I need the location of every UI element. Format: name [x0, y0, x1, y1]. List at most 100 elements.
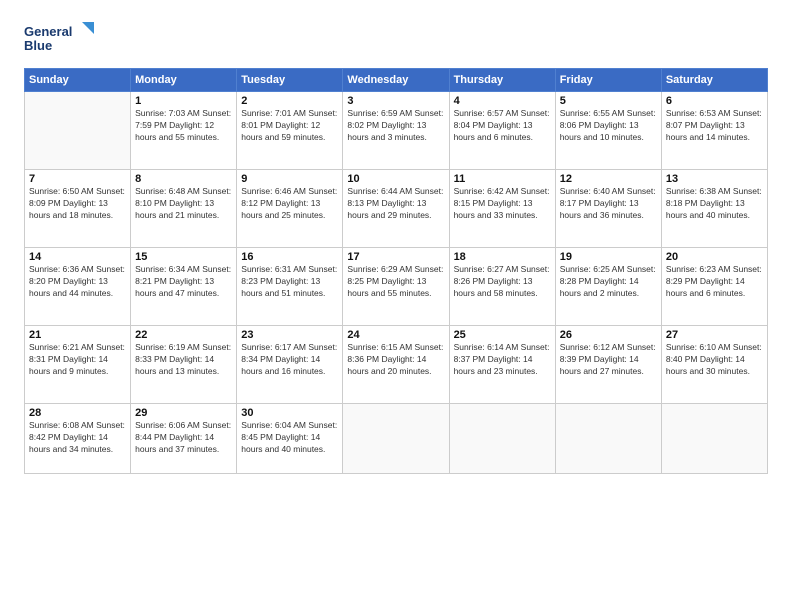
day-info: Sunrise: 6:10 AM Sunset: 8:40 PM Dayligh… — [666, 342, 763, 378]
day-number: 25 — [454, 329, 551, 341]
calendar-day-cell: 29Sunrise: 6:06 AM Sunset: 8:44 PM Dayli… — [131, 404, 237, 474]
day-number: 12 — [560, 173, 657, 185]
day-number: 3 — [347, 95, 444, 107]
page: General Blue SundayMondayTuesdayWednesda… — [0, 0, 792, 612]
calendar-day-cell: 22Sunrise: 6:19 AM Sunset: 8:33 PM Dayli… — [131, 326, 237, 404]
day-number: 5 — [560, 95, 657, 107]
day-info: Sunrise: 6:23 AM Sunset: 8:29 PM Dayligh… — [666, 264, 763, 300]
svg-text:Blue: Blue — [24, 38, 52, 53]
calendar-day-cell: 18Sunrise: 6:27 AM Sunset: 8:26 PM Dayli… — [449, 248, 555, 326]
calendar-day-cell: 8Sunrise: 6:48 AM Sunset: 8:10 PM Daylig… — [131, 170, 237, 248]
calendar-day-cell: 27Sunrise: 6:10 AM Sunset: 8:40 PM Dayli… — [661, 326, 767, 404]
day-number: 6 — [666, 95, 763, 107]
svg-text:General: General — [24, 24, 72, 39]
day-info: Sunrise: 6:44 AM Sunset: 8:13 PM Dayligh… — [347, 186, 444, 222]
weekday-header-cell: Monday — [131, 69, 237, 92]
day-info: Sunrise: 6:57 AM Sunset: 8:04 PM Dayligh… — [454, 108, 551, 144]
day-number: 28 — [29, 407, 126, 419]
day-number: 24 — [347, 329, 444, 341]
day-info: Sunrise: 6:15 AM Sunset: 8:36 PM Dayligh… — [347, 342, 444, 378]
calendar-day-cell: 25Sunrise: 6:14 AM Sunset: 8:37 PM Dayli… — [449, 326, 555, 404]
day-info: Sunrise: 6:25 AM Sunset: 8:28 PM Dayligh… — [560, 264, 657, 300]
day-info: Sunrise: 6:29 AM Sunset: 8:25 PM Dayligh… — [347, 264, 444, 300]
day-info: Sunrise: 6:53 AM Sunset: 8:07 PM Dayligh… — [666, 108, 763, 144]
day-number: 7 — [29, 173, 126, 185]
weekday-header-cell: Saturday — [661, 69, 767, 92]
calendar-day-cell: 1Sunrise: 7:03 AM Sunset: 7:59 PM Daylig… — [131, 92, 237, 170]
calendar-day-cell: 3Sunrise: 6:59 AM Sunset: 8:02 PM Daylig… — [343, 92, 449, 170]
day-info: Sunrise: 6:36 AM Sunset: 8:20 PM Dayligh… — [29, 264, 126, 300]
day-info: Sunrise: 6:19 AM Sunset: 8:33 PM Dayligh… — [135, 342, 232, 378]
day-number: 15 — [135, 251, 232, 263]
calendar-day-cell: 7Sunrise: 6:50 AM Sunset: 8:09 PM Daylig… — [25, 170, 131, 248]
calendar-day-cell: 6Sunrise: 6:53 AM Sunset: 8:07 PM Daylig… — [661, 92, 767, 170]
calendar-body: 1Sunrise: 7:03 AM Sunset: 7:59 PM Daylig… — [25, 92, 768, 474]
calendar-day-cell: 15Sunrise: 6:34 AM Sunset: 8:21 PM Dayli… — [131, 248, 237, 326]
day-number: 30 — [241, 407, 338, 419]
calendar-day-cell: 4Sunrise: 6:57 AM Sunset: 8:04 PM Daylig… — [449, 92, 555, 170]
weekday-header-cell: Friday — [555, 69, 661, 92]
day-info: Sunrise: 6:34 AM Sunset: 8:21 PM Dayligh… — [135, 264, 232, 300]
weekday-header-row: SundayMondayTuesdayWednesdayThursdayFrid… — [25, 69, 768, 92]
day-number: 4 — [454, 95, 551, 107]
calendar-day-cell: 12Sunrise: 6:40 AM Sunset: 8:17 PM Dayli… — [555, 170, 661, 248]
header: General Blue — [24, 20, 768, 56]
day-info: Sunrise: 6:27 AM Sunset: 8:26 PM Dayligh… — [454, 264, 551, 300]
day-number: 18 — [454, 251, 551, 263]
calendar-week-row: 7Sunrise: 6:50 AM Sunset: 8:09 PM Daylig… — [25, 170, 768, 248]
day-number: 21 — [29, 329, 126, 341]
weekday-header-cell: Thursday — [449, 69, 555, 92]
day-info: Sunrise: 6:04 AM Sunset: 8:45 PM Dayligh… — [241, 420, 338, 456]
day-info: Sunrise: 6:08 AM Sunset: 8:42 PM Dayligh… — [29, 420, 126, 456]
day-number: 22 — [135, 329, 232, 341]
calendar-day-cell: 28Sunrise: 6:08 AM Sunset: 8:42 PM Dayli… — [25, 404, 131, 474]
calendar-day-cell — [555, 404, 661, 474]
day-number: 1 — [135, 95, 232, 107]
day-info: Sunrise: 6:31 AM Sunset: 8:23 PM Dayligh… — [241, 264, 338, 300]
day-info: Sunrise: 6:55 AM Sunset: 8:06 PM Dayligh… — [560, 108, 657, 144]
day-info: Sunrise: 6:48 AM Sunset: 8:10 PM Dayligh… — [135, 186, 232, 222]
weekday-header-cell: Wednesday — [343, 69, 449, 92]
weekday-header-cell: Sunday — [25, 69, 131, 92]
day-info: Sunrise: 7:01 AM Sunset: 8:01 PM Dayligh… — [241, 108, 338, 144]
calendar-day-cell — [25, 92, 131, 170]
day-info: Sunrise: 6:17 AM Sunset: 8:34 PM Dayligh… — [241, 342, 338, 378]
day-number: 10 — [347, 173, 444, 185]
day-info: Sunrise: 6:50 AM Sunset: 8:09 PM Dayligh… — [29, 186, 126, 222]
day-info: Sunrise: 6:42 AM Sunset: 8:15 PM Dayligh… — [454, 186, 551, 222]
day-info: Sunrise: 7:03 AM Sunset: 7:59 PM Dayligh… — [135, 108, 232, 144]
day-info: Sunrise: 6:40 AM Sunset: 8:17 PM Dayligh… — [560, 186, 657, 222]
day-number: 27 — [666, 329, 763, 341]
calendar-day-cell: 26Sunrise: 6:12 AM Sunset: 8:39 PM Dayli… — [555, 326, 661, 404]
weekday-header-cell: Tuesday — [237, 69, 343, 92]
calendar-day-cell: 5Sunrise: 6:55 AM Sunset: 8:06 PM Daylig… — [555, 92, 661, 170]
day-info: Sunrise: 6:59 AM Sunset: 8:02 PM Dayligh… — [347, 108, 444, 144]
day-number: 26 — [560, 329, 657, 341]
day-number: 9 — [241, 173, 338, 185]
calendar-week-row: 28Sunrise: 6:08 AM Sunset: 8:42 PM Dayli… — [25, 404, 768, 474]
calendar-day-cell: 13Sunrise: 6:38 AM Sunset: 8:18 PM Dayli… — [661, 170, 767, 248]
day-info: Sunrise: 6:14 AM Sunset: 8:37 PM Dayligh… — [454, 342, 551, 378]
calendar-day-cell: 20Sunrise: 6:23 AM Sunset: 8:29 PM Dayli… — [661, 248, 767, 326]
calendar-day-cell: 23Sunrise: 6:17 AM Sunset: 8:34 PM Dayli… — [237, 326, 343, 404]
calendar-day-cell: 2Sunrise: 7:01 AM Sunset: 8:01 PM Daylig… — [237, 92, 343, 170]
day-number: 17 — [347, 251, 444, 263]
day-number: 23 — [241, 329, 338, 341]
day-number: 16 — [241, 251, 338, 263]
day-info: Sunrise: 6:21 AM Sunset: 8:31 PM Dayligh… — [29, 342, 126, 378]
calendar-day-cell: 21Sunrise: 6:21 AM Sunset: 8:31 PM Dayli… — [25, 326, 131, 404]
calendar-day-cell — [343, 404, 449, 474]
calendar-day-cell: 14Sunrise: 6:36 AM Sunset: 8:20 PM Dayli… — [25, 248, 131, 326]
calendar-day-cell: 24Sunrise: 6:15 AM Sunset: 8:36 PM Dayli… — [343, 326, 449, 404]
day-number: 11 — [454, 173, 551, 185]
day-info: Sunrise: 6:46 AM Sunset: 8:12 PM Dayligh… — [241, 186, 338, 222]
calendar-day-cell: 11Sunrise: 6:42 AM Sunset: 8:15 PM Dayli… — [449, 170, 555, 248]
calendar-day-cell: 17Sunrise: 6:29 AM Sunset: 8:25 PM Dayli… — [343, 248, 449, 326]
calendar-day-cell: 19Sunrise: 6:25 AM Sunset: 8:28 PM Dayli… — [555, 248, 661, 326]
calendar-day-cell: 10Sunrise: 6:44 AM Sunset: 8:13 PM Dayli… — [343, 170, 449, 248]
calendar-week-row: 1Sunrise: 7:03 AM Sunset: 7:59 PM Daylig… — [25, 92, 768, 170]
logo-svg: General Blue — [24, 20, 94, 56]
day-number: 20 — [666, 251, 763, 263]
calendar-table: SundayMondayTuesdayWednesdayThursdayFrid… — [24, 68, 768, 474]
calendar-day-cell: 16Sunrise: 6:31 AM Sunset: 8:23 PM Dayli… — [237, 248, 343, 326]
